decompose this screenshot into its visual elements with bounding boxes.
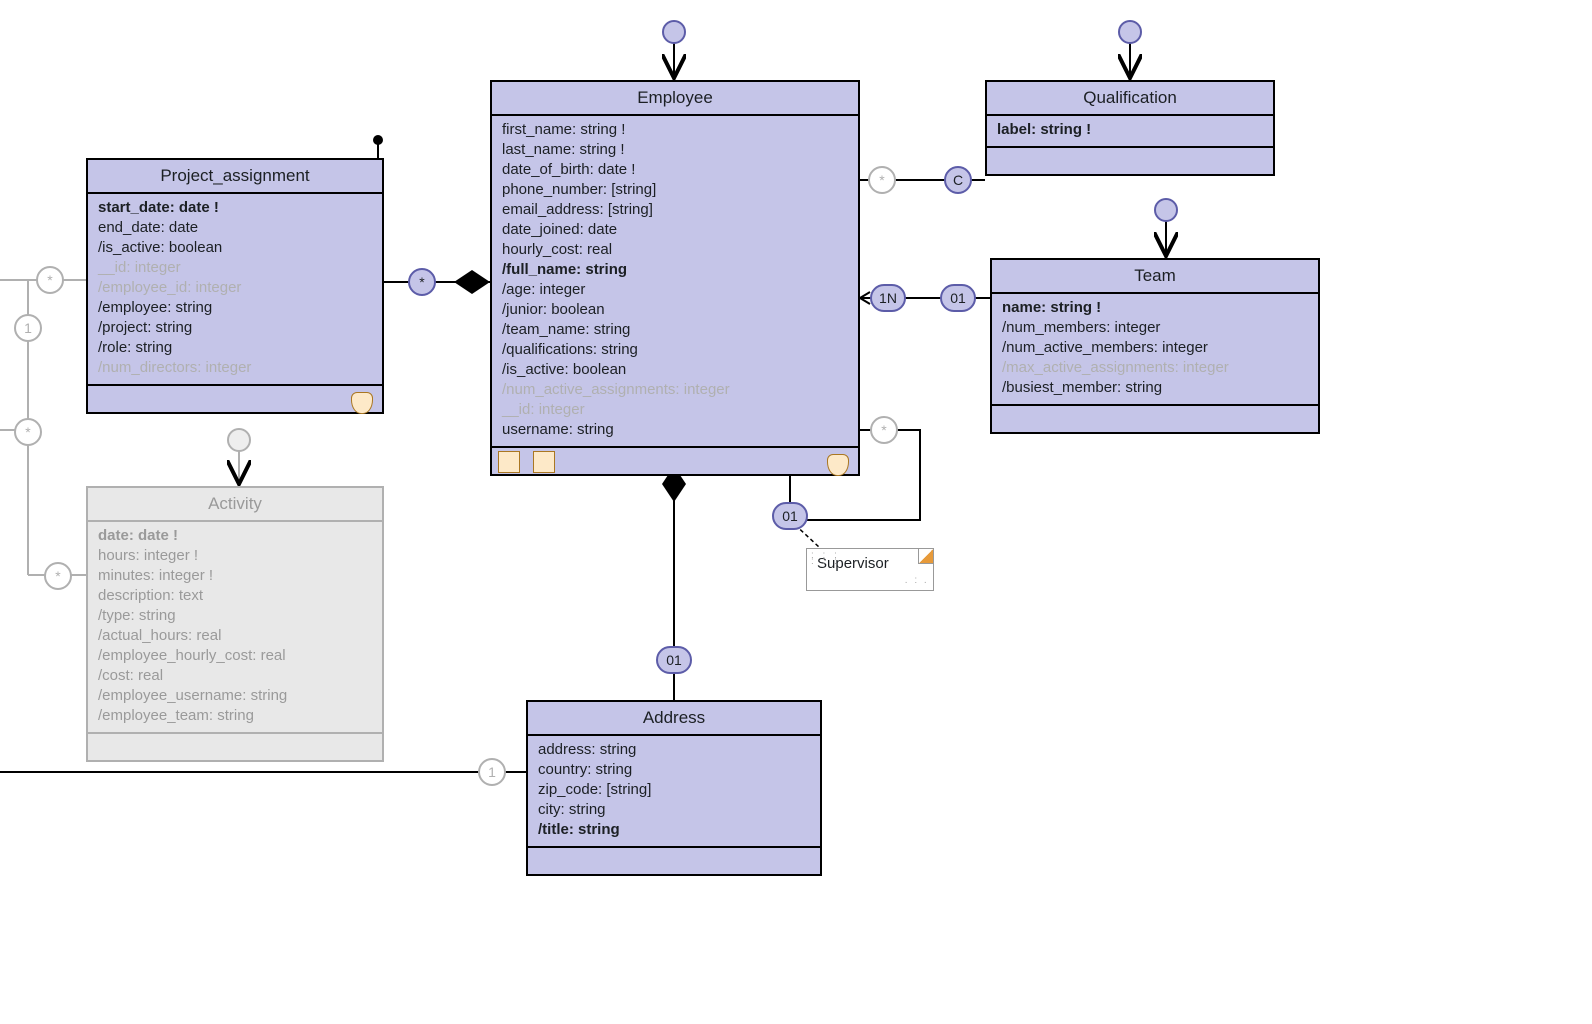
card-star: * <box>408 268 436 296</box>
attribute-row: /employee_team: string <box>98 706 372 726</box>
entity-team[interactable]: Team name: string !/num_members: integer… <box>990 258 1320 434</box>
entity-footer <box>492 446 858 474</box>
attribute-row: country: string <box>538 760 810 780</box>
attribute-row: phone_number: [string] <box>502 180 848 200</box>
card-star: * <box>868 166 896 194</box>
attribute-row: /title: string <box>538 820 810 840</box>
activity-anchor-icon <box>227 428 251 452</box>
attribute-row: first_name: string ! <box>502 120 848 140</box>
card-1: 1 <box>14 314 42 342</box>
attribute-row: __id: integer <box>98 258 372 278</box>
card-star: * <box>44 562 72 590</box>
attribute-row: /type: string <box>98 606 372 626</box>
attribute-row: __id: integer <box>502 400 848 420</box>
attribute-row: /is_active: boolean <box>502 360 848 380</box>
attribute-row: hours: integer ! <box>98 546 372 566</box>
attribute-row: /role: string <box>98 338 372 358</box>
attribute-row: /num_members: integer <box>1002 318 1308 338</box>
list-icon <box>533 451 555 473</box>
entity-address[interactable]: Address address: stringcountry: stringzi… <box>526 700 822 876</box>
attribute-row: zip_code: [string] <box>538 780 810 800</box>
entity-attributes: first_name: string !last_name: string !d… <box>492 116 858 446</box>
attribute-row: /team_name: string <box>502 320 848 340</box>
entity-title: Qualification <box>987 82 1273 116</box>
entity-title: Activity <box>88 488 382 522</box>
attribute-row: /num_directors: integer <box>98 358 372 378</box>
attribute-row: /employee_id: integer <box>98 278 372 298</box>
qualification-anchor-icon <box>1118 20 1142 44</box>
attribute-row: end_date: date <box>98 218 372 238</box>
entity-title: Team <box>992 260 1318 294</box>
card-01: 01 <box>940 284 976 312</box>
attribute-row: /employee_username: string <box>98 686 372 706</box>
entity-qualification[interactable]: Qualification label: string ! <box>985 80 1275 176</box>
entity-attributes: label: string ! <box>987 116 1273 146</box>
attribute-row: address: string <box>538 740 810 760</box>
attribute-row: /num_active_members: integer <box>1002 338 1308 358</box>
card-01: 01 <box>772 502 808 530</box>
employee-anchor-icon <box>662 20 686 44</box>
attribute-row: hourly_cost: real <box>502 240 848 260</box>
attribute-row: /project: string <box>98 318 372 338</box>
entity-attributes: name: string !/num_members: integer/num_… <box>992 294 1318 404</box>
attribute-row: /max_active_assignments: integer <box>1002 358 1308 378</box>
card-01: 01 <box>656 646 692 674</box>
attribute-row: /is_active: boolean <box>98 238 372 258</box>
attribute-row: description: text <box>98 586 372 606</box>
note-supervisor[interactable]: : : :: : : Supervisor . : . <box>806 548 934 591</box>
attribute-row: /employee_hourly_cost: real <box>98 646 372 666</box>
entity-attributes: date: date !hours: integer !minutes: int… <box>88 522 382 732</box>
attribute-row: /cost: real <box>98 666 372 686</box>
card-c: C <box>944 166 972 194</box>
shield-icon <box>351 392 373 414</box>
attribute-row: /busiest_member: string <box>1002 378 1308 398</box>
attribute-row: date: date ! <box>98 526 372 546</box>
attribute-row: last_name: string ! <box>502 140 848 160</box>
card-1: 1 <box>478 758 506 786</box>
attribute-row: minutes: integer ! <box>98 566 372 586</box>
entity-footer <box>528 846 820 874</box>
attribute-row: email_address: [string] <box>502 200 848 220</box>
entity-footer <box>88 384 382 412</box>
attribute-row: /full_name: string <box>502 260 848 280</box>
attribute-row: /num_active_assignments: integer <box>502 380 848 400</box>
entity-footer <box>987 146 1273 174</box>
attribute-row: start_date: date ! <box>98 198 372 218</box>
entity-footer <box>992 404 1318 432</box>
attribute-row: city: string <box>538 800 810 820</box>
attribute-row: /qualifications: string <box>502 340 848 360</box>
attribute-row: username: string <box>502 420 848 440</box>
home-icon <box>498 451 520 473</box>
entity-attributes: address: stringcountry: stringzip_code: … <box>528 736 820 846</box>
entity-title: Employee <box>492 82 858 116</box>
diagram-canvas: Project_assignment start_date: date !end… <box>0 0 1592 1024</box>
entity-attributes: start_date: date !end_date: date/is_acti… <box>88 194 382 384</box>
attribute-row: /junior: boolean <box>502 300 848 320</box>
attribute-row: /actual_hours: real <box>98 626 372 646</box>
entity-project-assignment[interactable]: Project_assignment start_date: date !end… <box>86 158 384 414</box>
card-star: * <box>14 418 42 446</box>
attribute-row: /employee: string <box>98 298 372 318</box>
card-1n: 1N <box>870 284 906 312</box>
attribute-row: name: string ! <box>1002 298 1308 318</box>
entity-footer <box>88 732 382 760</box>
attribute-row: /age: integer <box>502 280 848 300</box>
shield-icon <box>827 454 849 476</box>
card-star: * <box>870 416 898 444</box>
attribute-row: date_joined: date <box>502 220 848 240</box>
attribute-row: date_of_birth: date ! <box>502 160 848 180</box>
entity-title: Address <box>528 702 820 736</box>
team-anchor-icon <box>1154 198 1178 222</box>
entity-activity[interactable]: Activity date: date !hours: integer !min… <box>86 486 384 762</box>
entity-title: Project_assignment <box>88 160 382 194</box>
card-star: * <box>36 266 64 294</box>
attribute-row: label: string ! <box>997 120 1263 140</box>
entity-employee[interactable]: Employee first_name: string !last_name: … <box>490 80 860 476</box>
